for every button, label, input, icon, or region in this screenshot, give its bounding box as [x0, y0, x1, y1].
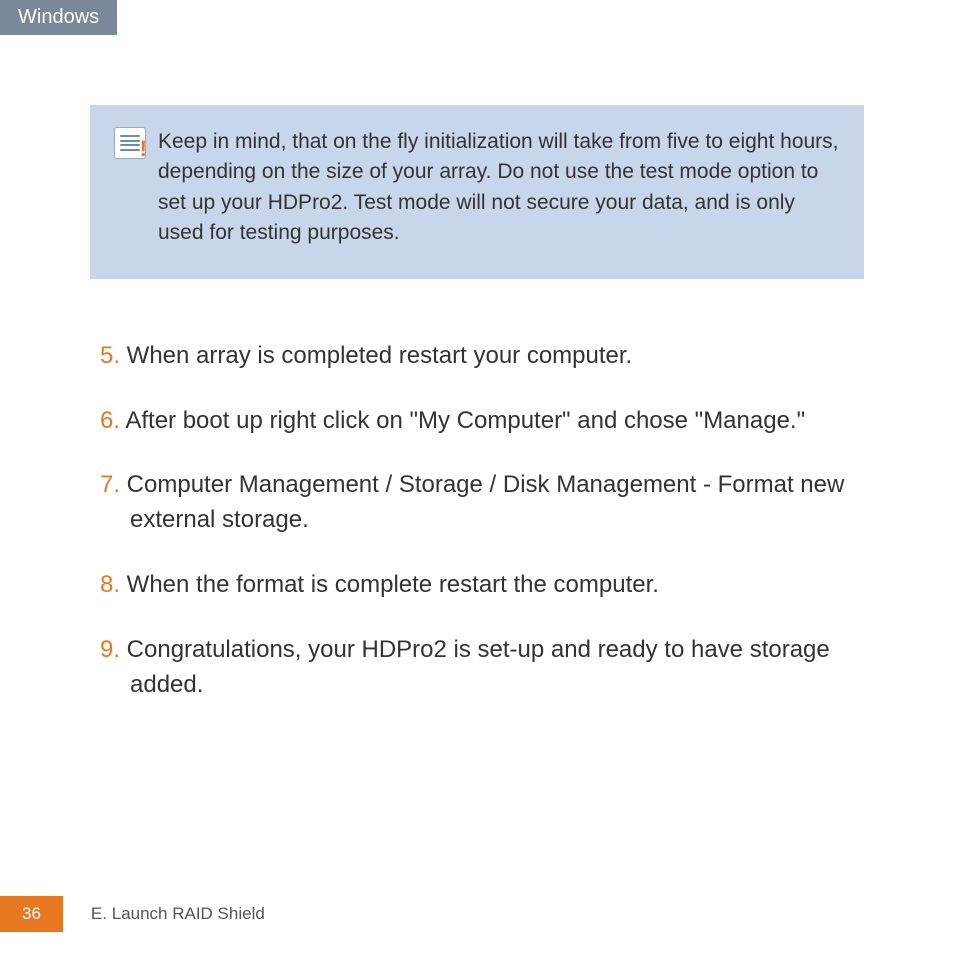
- step-number: 7.: [100, 471, 120, 498]
- page-number: 36: [0, 896, 63, 932]
- step-item: 5. When array is completed restart your …: [90, 339, 864, 374]
- exclaim-icon: !: [140, 138, 147, 160]
- step-item: 7. Computer Management / Storage / Disk …: [90, 468, 864, 538]
- step-text: When the format is complete restart the …: [120, 571, 659, 598]
- callout-text: Keep in mind, that on the fly initializa…: [158, 127, 840, 249]
- page-content: ! Keep in mind, that on the fly initiali…: [0, 105, 954, 702]
- tab-label: Windows: [18, 6, 99, 28]
- tab-windows: Windows: [0, 0, 117, 35]
- step-item: 8. When the format is complete restart t…: [90, 568, 864, 603]
- step-item: 9. Congratulations, your HDPro2 is set-u…: [90, 633, 864, 703]
- step-number: 5.: [100, 342, 120, 369]
- step-text: Computer Management / Storage / Disk Man…: [120, 471, 844, 533]
- note-icon: !: [114, 127, 146, 159]
- callout-note: ! Keep in mind, that on the fly initiali…: [90, 105, 864, 279]
- steps-list: 5. When array is completed restart your …: [90, 339, 864, 703]
- step-text: After boot up right click on "My Compute…: [120, 407, 805, 434]
- step-number: 9.: [100, 636, 120, 663]
- step-number: 6.: [100, 407, 120, 434]
- step-item: 6. After boot up right click on "My Comp…: [90, 404, 864, 439]
- step-text: When array is completed restart your com…: [120, 342, 632, 369]
- lines-icon: [120, 135, 140, 151]
- step-number: 8.: [100, 571, 120, 598]
- step-text: Congratulations, your HDPro2 is set-up a…: [120, 636, 830, 698]
- footer-section-title: E. Launch RAID Shield: [91, 904, 265, 924]
- page-footer: 36 E. Launch RAID Shield: [0, 896, 265, 932]
